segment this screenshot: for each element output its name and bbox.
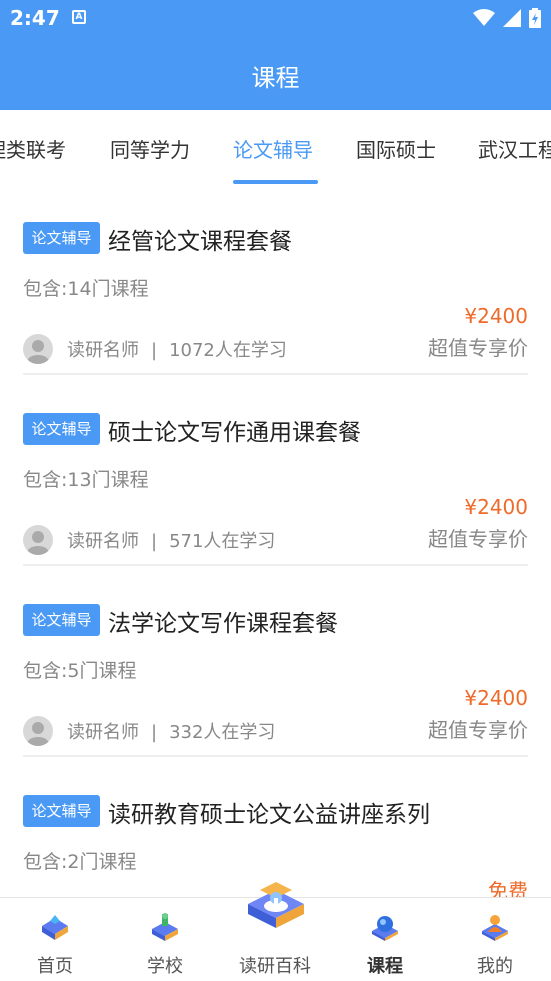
home-icon — [42, 915, 68, 940]
nav-school-label: 学校 — [147, 956, 183, 977]
battery-icon — [529, 8, 541, 28]
course-icon — [372, 916, 398, 941]
meta-separator: | — [151, 722, 158, 743]
nav-home[interactable]: 首页 — [0, 898, 110, 981]
course-price: ¥2400 — [464, 686, 528, 710]
course-price: ¥2400 — [464, 495, 528, 519]
course-title: 硕士论文写作通用课套餐 — [108, 420, 361, 446]
course-count: 包含:13门课程 — [23, 469, 149, 491]
course-meta: 读研名师 | 571人在学习 — [67, 527, 275, 553]
course-card[interactable]: 论文辅导 法学论文写作课程套餐 包含:5门课程 ¥2400 超值专享价 读研名师… — [0, 566, 551, 757]
status-bar: 2:47 A — [0, 0, 551, 36]
teacher-avatar — [23, 525, 53, 555]
course-meta: 读研名师 | 332人在学习 — [67, 718, 275, 744]
teacher-avatar — [23, 716, 53, 746]
course-count: 包含:14门课程 — [23, 278, 149, 300]
category-tabs: 理类联考 同等学力 论文辅导 国际硕士 武汉工程 — [0, 110, 551, 184]
page-title: 课程 — [251, 64, 300, 92]
price-note: 超值专享价 — [428, 336, 528, 360]
nav-home-label: 首页 — [37, 956, 73, 977]
student-count: 571人在学习 — [169, 531, 276, 552]
course-title: 读研教育硕士论文公益讲座系列 — [108, 802, 430, 828]
student-count: 332人在学习 — [169, 722, 276, 743]
price-note: 超值专享价 — [428, 718, 528, 742]
tab-guoji[interactable]: 国际硕士 — [356, 134, 436, 163]
tab-lilei[interactable]: 理类联考 — [0, 134, 66, 163]
course-price: ¥2400 — [464, 304, 528, 328]
price-note: 超值专享价 — [428, 527, 528, 551]
meta-separator: | — [151, 531, 158, 552]
school-icon — [152, 913, 178, 941]
nav-school[interactable]: 学校 — [110, 898, 220, 981]
app-header: 课程 — [0, 36, 551, 110]
meta-separator: | — [151, 340, 158, 361]
nav-profile[interactable]: 我的 — [440, 898, 550, 981]
wifi-icon — [473, 9, 495, 26]
category-badge: 论文辅导 — [23, 222, 100, 254]
course-count: 包含:2门课程 — [23, 851, 137, 873]
status-icons — [473, 8, 541, 28]
tab-tongdeng[interactable]: 同等学力 — [110, 134, 190, 163]
category-badge: 论文辅导 — [23, 604, 100, 636]
nav-profile-label: 我的 — [477, 956, 513, 977]
nav-course-label: 课程 — [367, 956, 403, 977]
teacher-avatar — [23, 334, 53, 364]
student-count: 1072人在学习 — [169, 340, 287, 361]
category-badge: 论文辅导 — [23, 413, 100, 445]
nav-encyclopedia-label: 读研百科 — [239, 956, 311, 977]
category-badge: 论文辅导 — [23, 795, 100, 827]
nav-course[interactable]: 课程 — [330, 898, 440, 981]
course-title: 法学论文写作课程套餐 — [108, 611, 338, 637]
signal-icon — [503, 9, 521, 27]
course-meta: 读研名师 | 1072人在学习 — [67, 336, 287, 362]
notification-a-icon: A — [72, 10, 86, 24]
course-count: 包含:5门课程 — [23, 660, 137, 682]
course-card[interactable]: 论文辅导 硕士论文写作通用课套餐 包含:13门课程 ¥2400 超值专享价 读研… — [0, 375, 551, 566]
tab-wuhan[interactable]: 武汉工程 — [478, 134, 551, 163]
teacher-name: 读研名师 — [67, 340, 139, 361]
teacher-name: 读研名师 — [67, 531, 139, 552]
teacher-name: 读研名师 — [67, 722, 139, 743]
status-time: 2:47 — [10, 6, 60, 30]
encyclopedia-icon[interactable] — [246, 876, 306, 932]
tab-lunwen[interactable]: 论文辅导 — [233, 134, 313, 163]
profile-icon — [482, 915, 508, 941]
course-card[interactable]: 论文辅导 经管论文课程套餐 包含:14门课程 ¥2400 超值专享价 读研名师 |… — [0, 184, 551, 375]
course-title: 经管论文课程套餐 — [108, 229, 292, 255]
